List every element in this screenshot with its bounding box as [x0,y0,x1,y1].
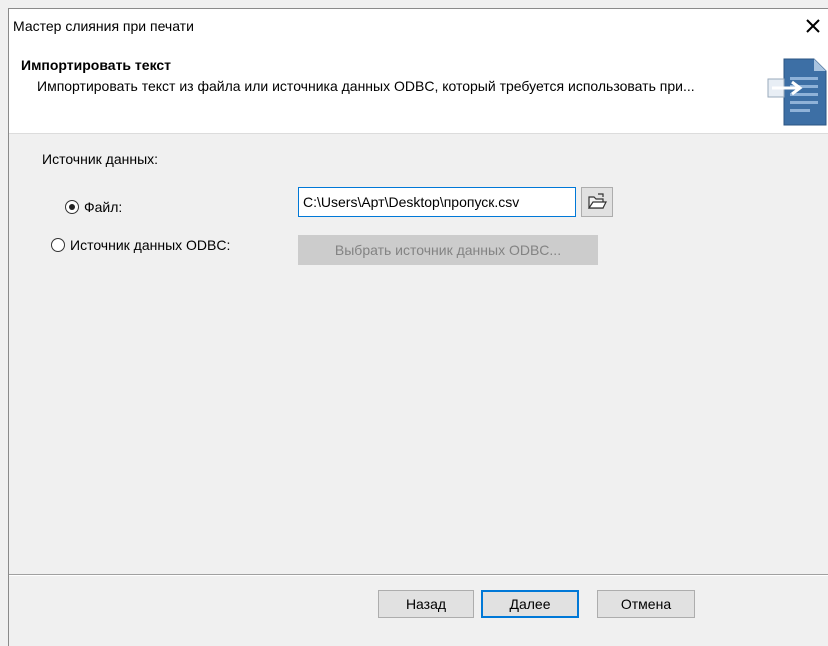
back-button[interactable]: Назад [378,590,474,618]
title-bar[interactable]: Мастер слияния при печати [9,9,828,43]
data-source-label: Источник данных: [42,151,159,167]
page-title: Импортировать текст [21,57,172,73]
wizard-header: Импортировать текст Импортировать текст … [9,43,828,134]
cancel-button[interactable]: Отмена [597,590,695,618]
odbc-radio[interactable] [51,238,65,252]
footer-divider [9,574,828,576]
folder-open-icon [587,193,607,209]
close-button[interactable] [798,9,828,43]
file-path-input[interactable] [298,187,576,217]
window-title: Мастер слияния при печати [13,18,194,34]
odbc-option-label: Источник данных ODBC: [70,237,231,253]
select-odbc-source-button[interactable]: Выбрать источник данных ODBC... [298,235,598,265]
close-icon [806,19,820,33]
import-document-icon [767,58,827,126]
file-option[interactable]: Файл: [65,199,122,215]
odbc-option[interactable]: Источник данных ODBC: [51,237,230,253]
file-radio[interactable] [65,200,79,214]
browse-button[interactable] [581,187,613,217]
next-button[interactable]: Далее [481,590,579,618]
print-merge-wizard-dialog: Мастер слияния при печати Импортировать … [8,8,828,646]
page-description: Импортировать текст из файла или источни… [37,78,695,94]
file-option-label: Файл: [84,199,123,215]
